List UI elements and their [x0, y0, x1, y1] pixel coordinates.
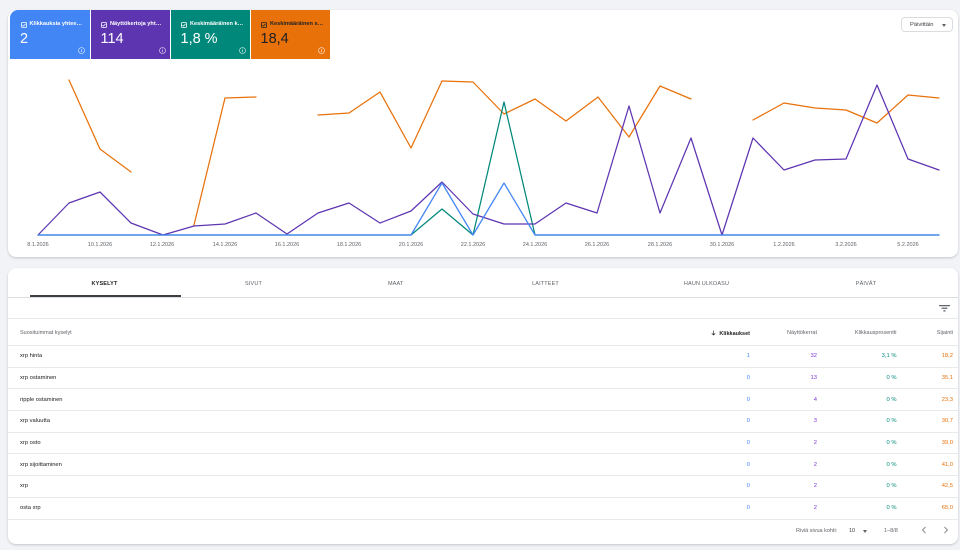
- svg-text:18.1.2026: 18.1.2026: [337, 242, 361, 248]
- svg-text:10.1.2026: 10.1.2026: [88, 242, 112, 248]
- svg-text:20.1.2026: 20.1.2026: [399, 242, 423, 248]
- svg-text:30.1.2026: 30.1.2026: [710, 242, 734, 248]
- svg-text:8.1.2026: 8.1.2026: [27, 242, 48, 248]
- svg-text:28.1.2026: 28.1.2026: [648, 242, 672, 248]
- svg-text:3.2.2026: 3.2.2026: [835, 242, 856, 248]
- svg-text:5.2.2026: 5.2.2026: [897, 242, 918, 248]
- svg-text:26.1.2026: 26.1.2026: [585, 242, 609, 248]
- svg-text:22.1.2026: 22.1.2026: [461, 242, 485, 248]
- svg-text:12.1.2026: 12.1.2026: [150, 242, 174, 248]
- svg-text:14.1.2026: 14.1.2026: [213, 242, 237, 248]
- svg-text:24.1.2026: 24.1.2026: [523, 242, 547, 248]
- svg-text:16.1.2026: 16.1.2026: [275, 242, 299, 248]
- svg-text:1.2.2026: 1.2.2026: [773, 242, 794, 248]
